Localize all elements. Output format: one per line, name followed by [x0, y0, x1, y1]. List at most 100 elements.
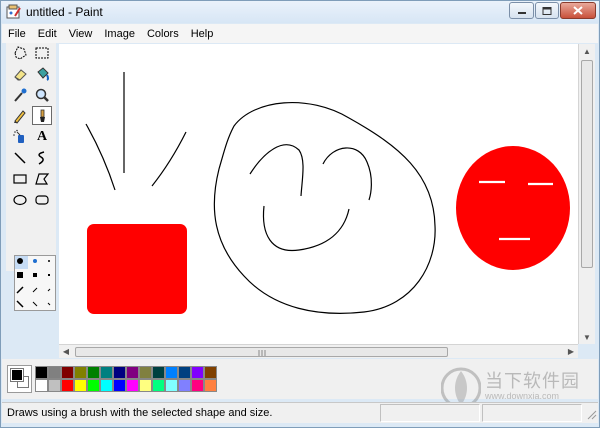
rectangle-icon [13, 173, 27, 184]
color-swatch[interactable] [152, 366, 165, 379]
polygon-tool[interactable] [32, 169, 52, 188]
scroll-right-arrow-icon[interactable]: ▶ [564, 344, 578, 358]
right-diagonal-stroke [151, 131, 187, 187]
menu-file[interactable]: File [2, 28, 32, 40]
title-bar[interactable]: untitled - Paint [1, 1, 599, 23]
color-swatch[interactable] [191, 366, 204, 379]
color-swatch[interactable] [113, 379, 126, 392]
select-icon [35, 47, 49, 58]
color-swatch[interactable] [35, 379, 48, 392]
eraser-tool[interactable] [10, 64, 30, 83]
close-icon [573, 6, 583, 15]
minimize-button[interactable] [509, 2, 534, 19]
close-button[interactable] [560, 2, 596, 19]
watermark-url: www.downxia.com [485, 391, 560, 401]
resize-grip-icon[interactable] [586, 409, 597, 420]
magnifier-icon [35, 88, 49, 102]
menu-colors[interactable]: Colors [141, 28, 185, 40]
color-swatch[interactable] [100, 366, 113, 379]
canvas-drawing [85, 72, 570, 314]
curve-icon [38, 150, 45, 165]
color-swatch[interactable] [87, 366, 100, 379]
color-swatch[interactable] [204, 379, 217, 392]
free-form-select-tool[interactable] [10, 43, 30, 62]
color-swatch[interactable] [61, 379, 74, 392]
line-tool[interactable] [10, 148, 30, 167]
color-swatch[interactable] [113, 366, 126, 379]
window-title: untitled - Paint [26, 5, 103, 19]
menu-help[interactable]: Help [185, 28, 220, 40]
text-tool[interactable]: A [32, 127, 52, 146]
red-face-shape [456, 146, 570, 270]
color-swatch[interactable] [87, 379, 100, 392]
color-swatch[interactable] [74, 379, 87, 392]
smile-stroke [262, 205, 350, 252]
color-swatch[interactable] [152, 379, 165, 392]
ellipse-icon [13, 194, 27, 205]
menu-view[interactable]: View [63, 28, 99, 40]
magnifier-tool[interactable] [32, 85, 52, 104]
color-swatch[interactable] [139, 379, 152, 392]
curve-tool[interactable] [32, 148, 52, 167]
rectangle-tool[interactable] [10, 169, 30, 188]
color-swatch[interactable] [126, 379, 139, 392]
ellipse-tool[interactable] [10, 190, 30, 209]
airbrush-icon [13, 129, 24, 143]
text-icon: A [36, 128, 48, 144]
vertical-scrollbar[interactable]: ▲ ▼ [578, 44, 595, 344]
scroll-down-arrow-icon[interactable]: ▼ [580, 330, 594, 344]
status-bar: Draws using a brush with the selected sh… [2, 402, 598, 423]
color-swatch[interactable] [165, 366, 178, 379]
color-swatch[interactable] [35, 366, 48, 379]
watermark-title: 当下软件园 [485, 371, 580, 391]
line-icon [14, 151, 26, 164]
color-swatch[interactable] [178, 366, 191, 379]
maximize-button[interactable] [535, 2, 559, 19]
color-swatch[interactable] [74, 366, 87, 379]
paint-window: untitled - Paint File Edit View Image Co… [0, 0, 600, 428]
select-tool[interactable] [32, 43, 52, 62]
color-swatch[interactable] [100, 379, 113, 392]
color-swatch[interactable] [204, 366, 217, 379]
face-outline-stroke [213, 101, 436, 314]
maximize-icon [542, 6, 552, 15]
brush-tool[interactable] [32, 106, 52, 125]
airbrush-tool[interactable] [10, 127, 30, 146]
pick-color-icon [14, 88, 27, 102]
fill-icon [37, 66, 49, 81]
scroll-up-arrow-icon[interactable]: ▲ [580, 44, 594, 58]
right-eye-stroke [322, 147, 372, 201]
grip-icon [258, 350, 266, 356]
rounded-rectangle-tool[interactable] [32, 190, 52, 209]
color-swatch[interactable] [48, 379, 61, 392]
brush-shape-options[interactable] [14, 255, 56, 311]
scroll-left-arrow-icon[interactable]: ◀ [59, 344, 73, 358]
brush-shapes-icon [15, 256, 51, 308]
menu-image[interactable]: Image [98, 28, 141, 40]
paint-app-icon[interactable] [6, 4, 22, 20]
color-swatch[interactable] [61, 366, 74, 379]
horizontal-scroll-thumb[interactable] [75, 347, 448, 357]
status-panel-coordinates [380, 404, 480, 422]
pick-color-tool[interactable] [10, 85, 30, 104]
pencil-icon [14, 109, 26, 124]
drawing-canvas[interactable] [59, 44, 578, 344]
brush-icon [40, 109, 45, 122]
menu-edit[interactable]: Edit [32, 28, 63, 40]
status-panel-size [482, 404, 582, 422]
color-swatch[interactable] [48, 366, 61, 379]
color-swatch[interactable] [178, 379, 191, 392]
vertical-scroll-thumb[interactable] [581, 60, 593, 268]
left-diagonal-stroke [85, 123, 116, 191]
rounded-rectangle-icon [35, 194, 49, 205]
fill-tool[interactable] [32, 64, 52, 83]
color-swatch[interactable] [165, 379, 178, 392]
polygon-icon [35, 172, 50, 185]
color-swatch[interactable] [126, 366, 139, 379]
color-swatch[interactable] [191, 379, 204, 392]
toolbox: A [6, 43, 56, 311]
current-colors-indicator[interactable] [7, 365, 32, 393]
color-swatch[interactable] [139, 366, 152, 379]
horizontal-scrollbar[interactable]: ◀ ▶ [59, 344, 578, 358]
pencil-tool[interactable] [10, 106, 30, 125]
